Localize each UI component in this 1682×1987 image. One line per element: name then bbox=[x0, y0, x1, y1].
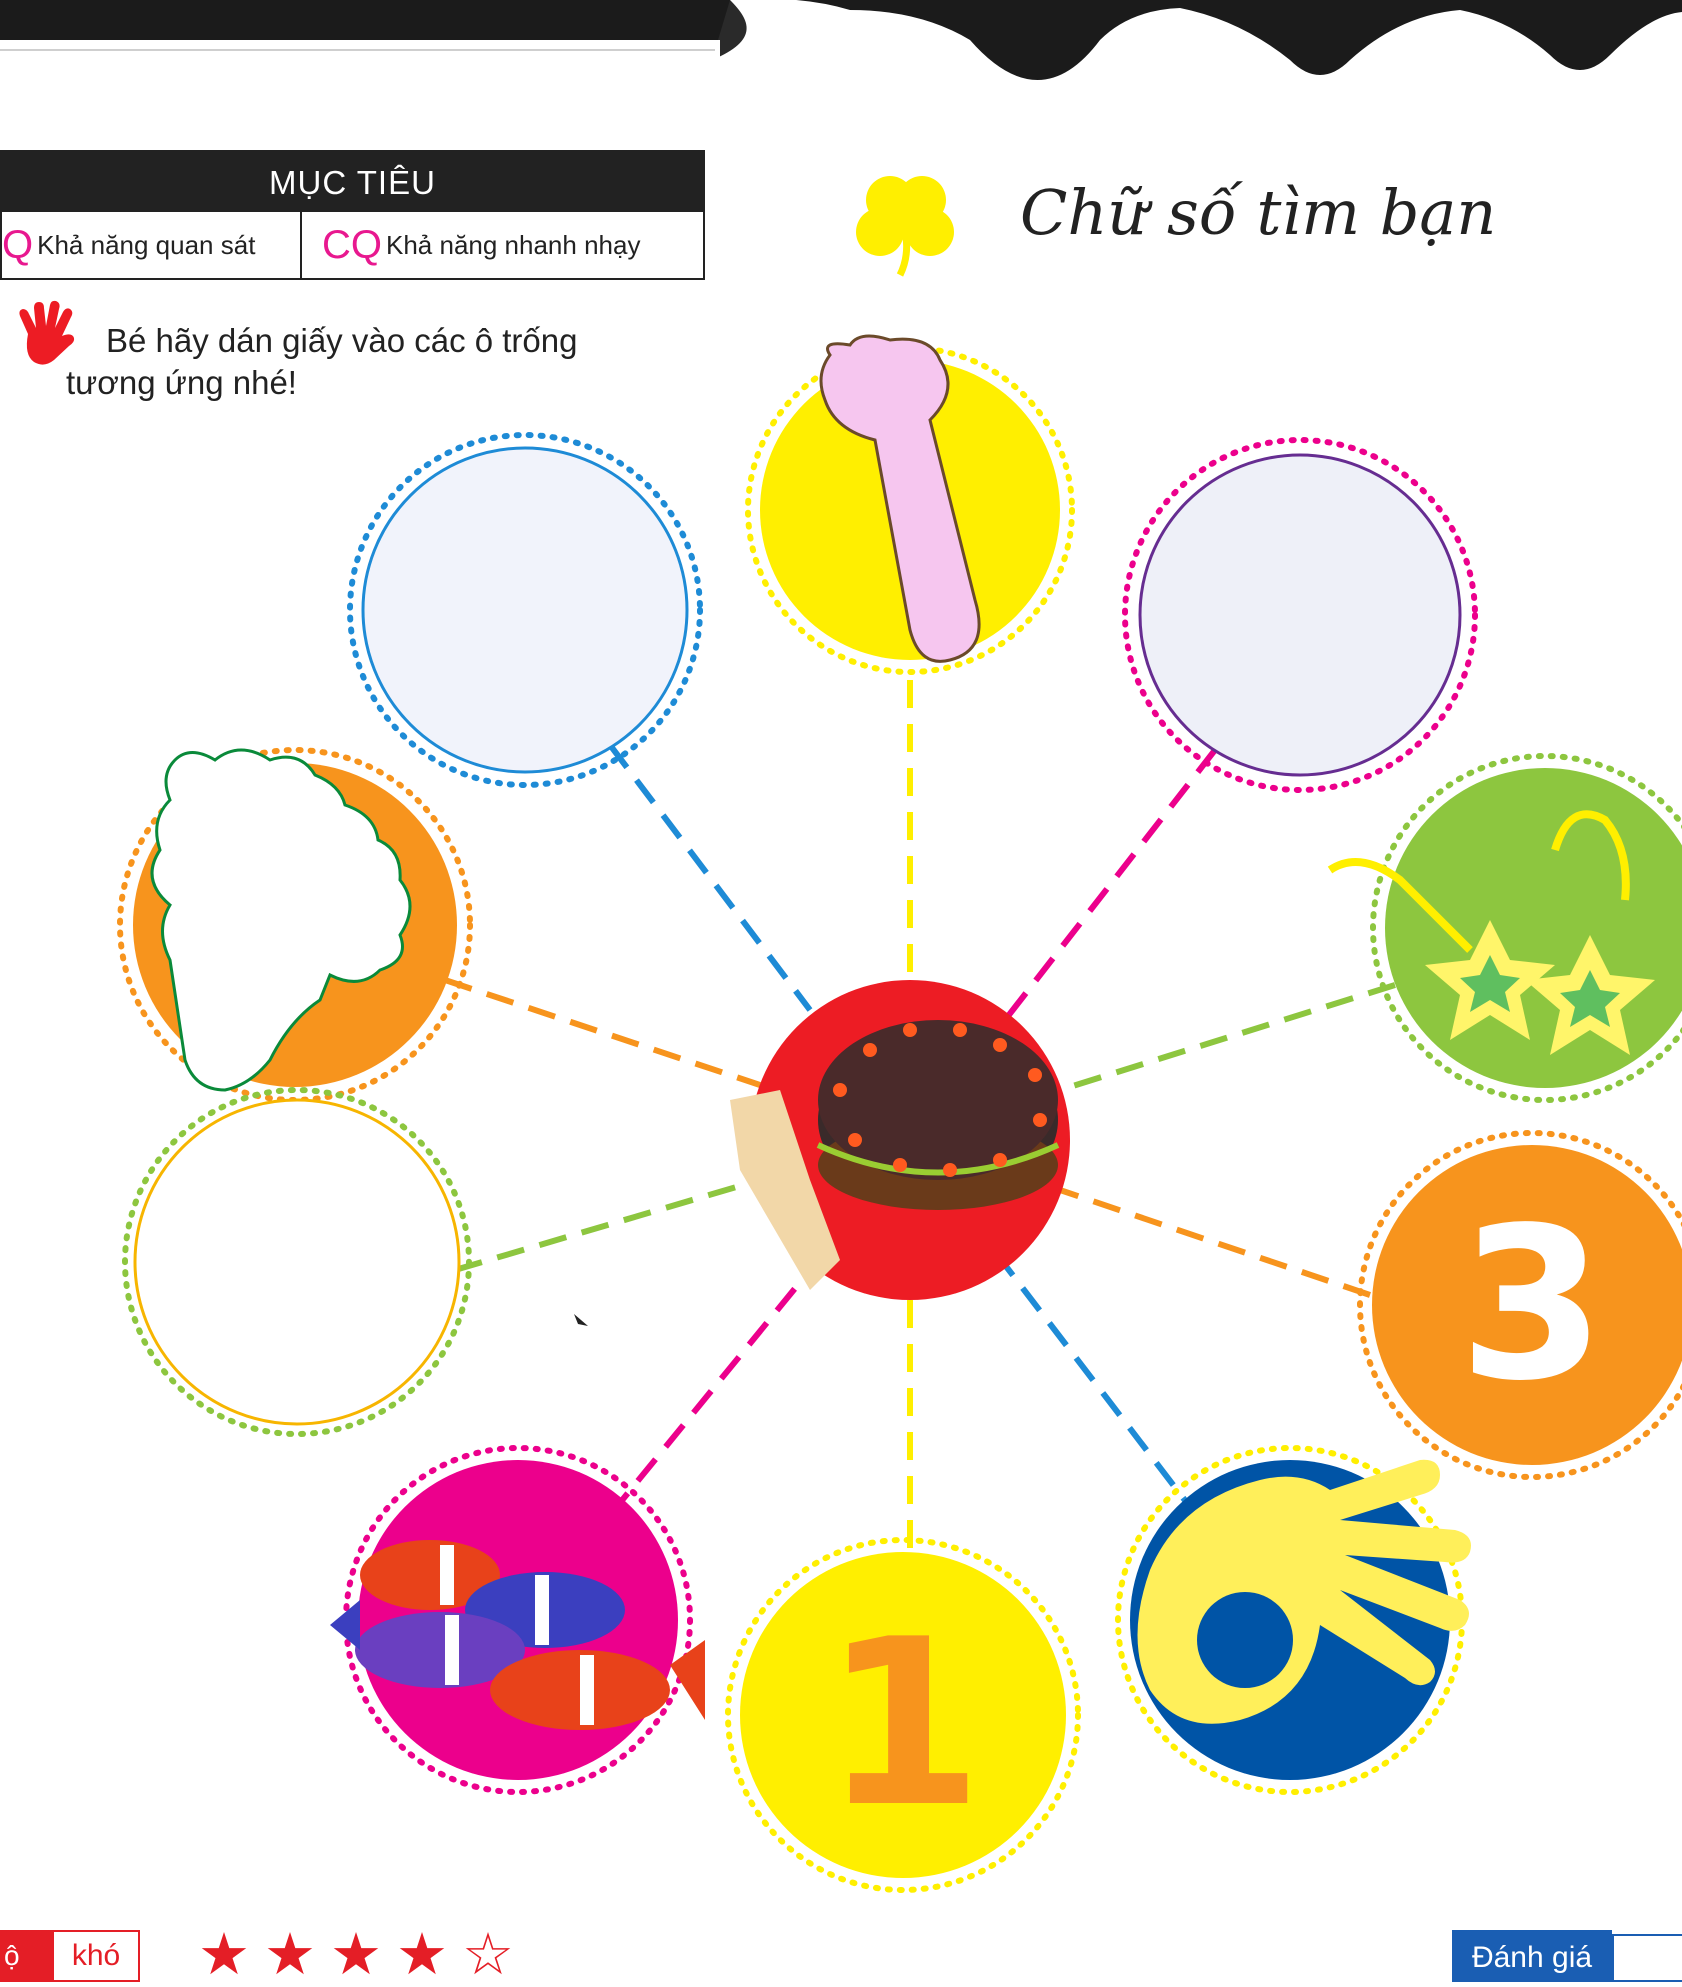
connector-line bbox=[607, 1268, 813, 1517]
difficulty-stars: ★ ★ ★ ★ ☆ bbox=[198, 1923, 514, 1987]
circle-green-right bbox=[1327, 753, 1682, 1103]
connector-line bbox=[1059, 1187, 1371, 1298]
connector-line bbox=[454, 1177, 761, 1273]
circle-blue-bottom-right bbox=[1115, 1445, 1471, 1795]
circle-empty-left bbox=[122, 1087, 472, 1437]
center-circle bbox=[730, 980, 1070, 1300]
connector-line bbox=[1002, 748, 1218, 1022]
connector-line bbox=[444, 977, 761, 1088]
star-icon: ★ bbox=[330, 1922, 382, 1987]
star-icon: ★ bbox=[198, 1922, 250, 1987]
circle-orange-left bbox=[117, 747, 473, 1103]
difficulty-tab: ộ bbox=[0, 1930, 52, 1982]
connector-line bbox=[1002, 1263, 1203, 1522]
star-icon: ★ bbox=[264, 1922, 316, 1987]
evaluation-label: Đánh giá bbox=[1452, 1930, 1612, 1982]
arrow-icon bbox=[574, 1314, 588, 1326]
circle-empty-upper-left bbox=[347, 432, 703, 788]
circle-yellow-top bbox=[745, 334, 1075, 675]
connector-line bbox=[607, 743, 813, 1012]
star-icon: ★ bbox=[396, 1922, 448, 1987]
circle-pink-bottom-left bbox=[330, 1445, 705, 1795]
number-3: 3 bbox=[1458, 1182, 1606, 1427]
star-empty-icon: ☆ bbox=[462, 1922, 514, 1987]
difficulty-label: khó bbox=[52, 1930, 140, 1982]
circle-empty-upper-right bbox=[1122, 437, 1478, 793]
number-1: 1 bbox=[823, 1591, 984, 1858]
evaluation-field[interactable] bbox=[1612, 1934, 1682, 1982]
connector-line bbox=[1059, 982, 1396, 1093]
